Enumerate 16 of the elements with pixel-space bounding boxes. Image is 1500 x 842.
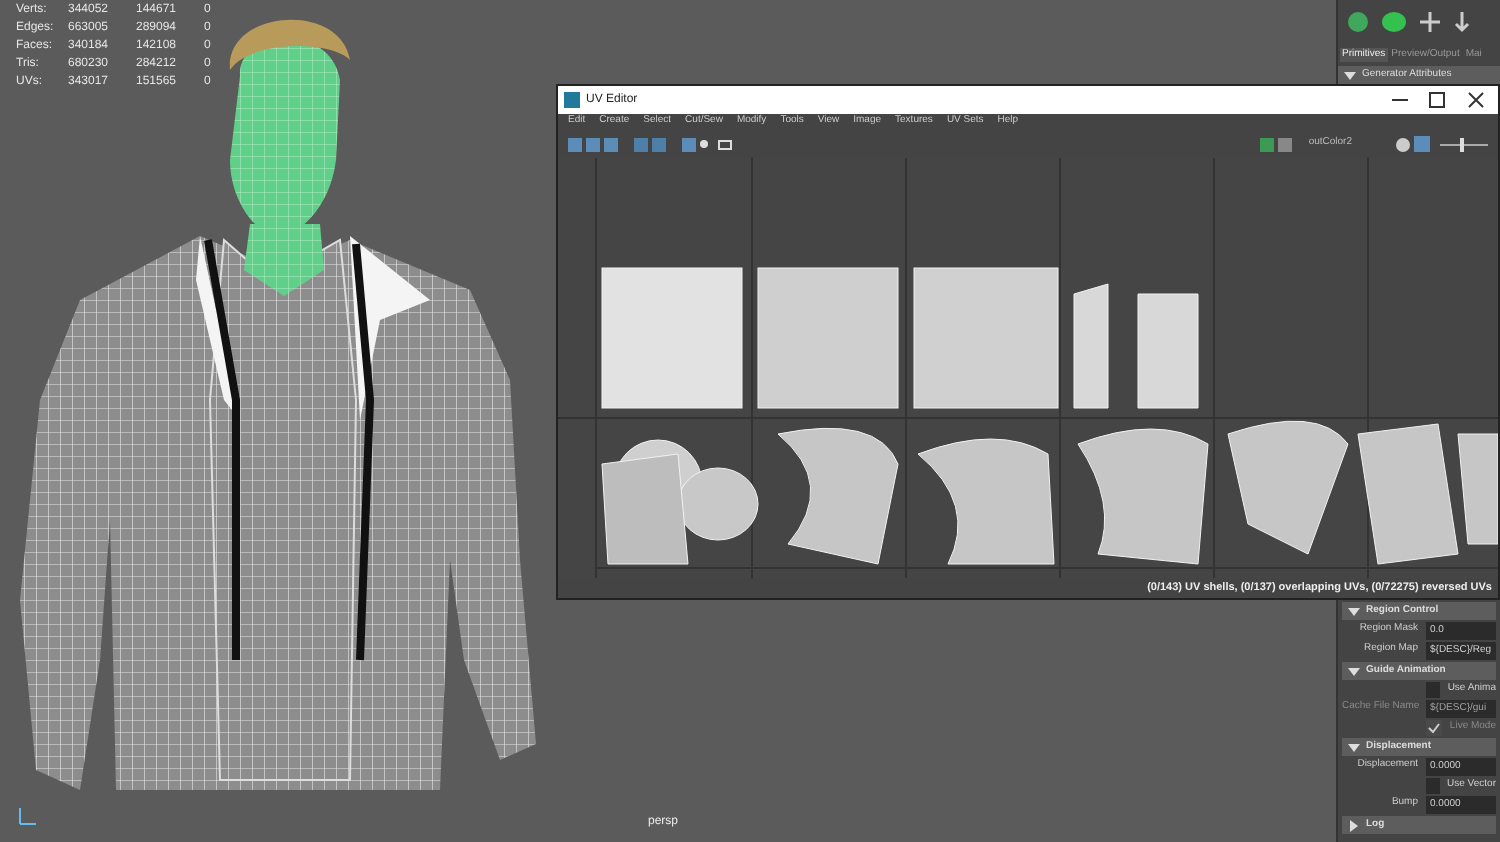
camera-icon[interactable]	[718, 139, 732, 149]
blob-icon[interactable]	[1380, 9, 1408, 33]
caret-icon[interactable]	[1348, 819, 1360, 831]
caret-icon[interactable]	[1348, 741, 1360, 753]
swatch-icon[interactable]	[1278, 137, 1293, 151]
arrow-icon[interactable]	[1452, 9, 1472, 33]
checkbox[interactable]	[1426, 681, 1440, 697]
caret-icon[interactable]	[1348, 605, 1360, 617]
caret-icon[interactable]	[1348, 665, 1360, 677]
app-icon	[564, 92, 580, 108]
axis-icon	[16, 804, 40, 828]
sphere-icon[interactable]	[1346, 9, 1370, 33]
exposure-slider-thumb[interactable]	[1459, 137, 1464, 151]
uv-tool-icon[interactable]	[1260, 137, 1275, 151]
checkbox[interactable]	[1426, 777, 1440, 793]
checkmark-icon	[1427, 721, 1440, 733]
